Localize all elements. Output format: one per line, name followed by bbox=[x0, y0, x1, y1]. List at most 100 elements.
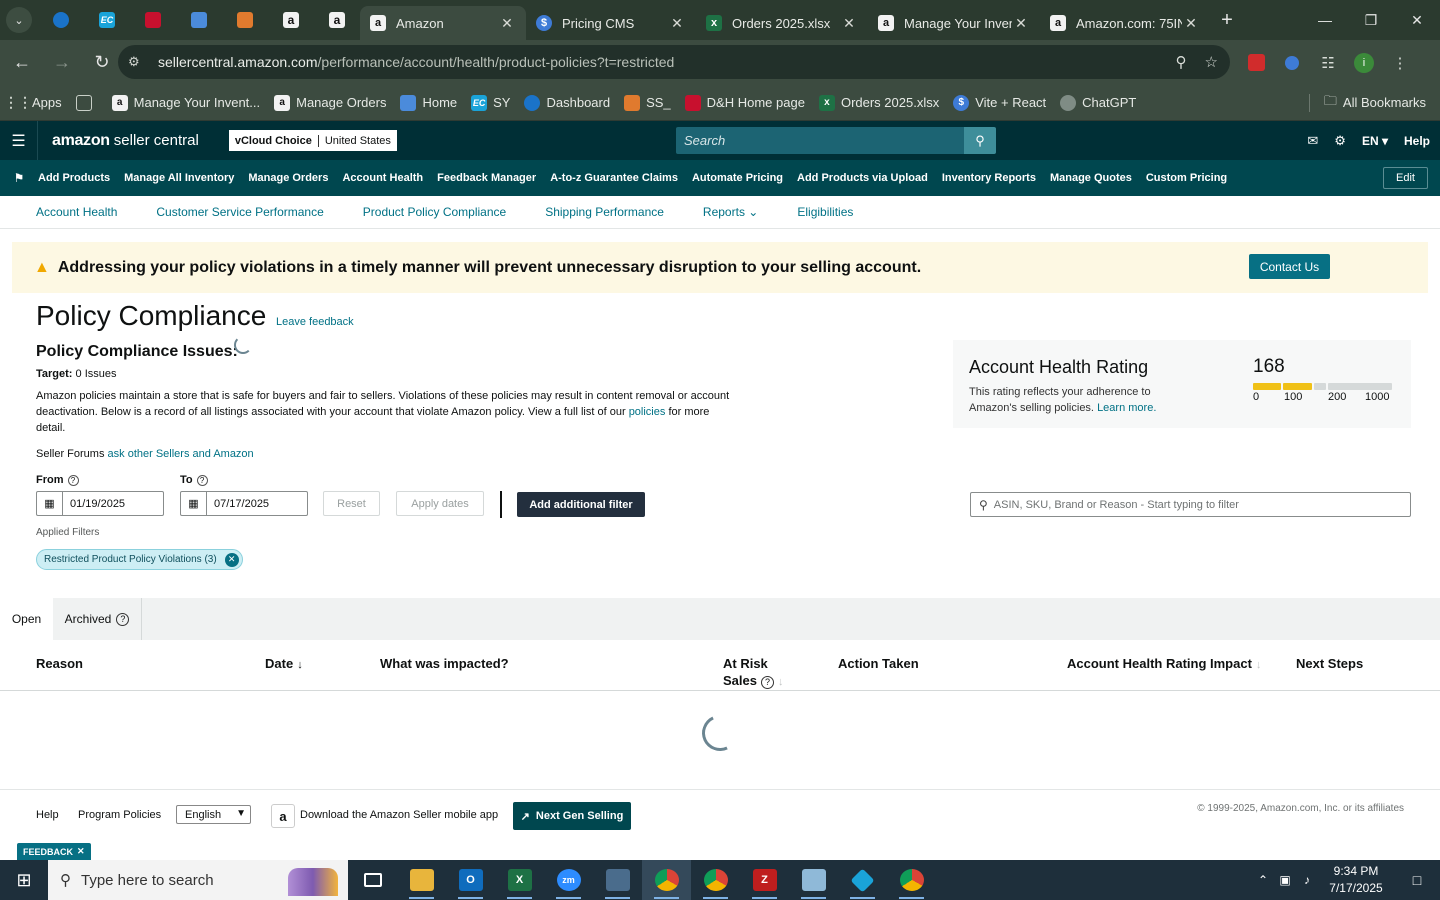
from-date-field[interactable]: ▦ 01/19/2025 bbox=[36, 491, 164, 516]
extension-red-icon[interactable] bbox=[1238, 54, 1274, 71]
taskbar-excel[interactable]: X bbox=[495, 860, 544, 900]
close-icon[interactable]: ✕ bbox=[77, 846, 85, 857]
zoom-icon[interactable]: ⚲ bbox=[1176, 53, 1187, 71]
restore-icon[interactable]: ❐ bbox=[1348, 0, 1394, 40]
mail-icon[interactable]: ✉ bbox=[1307, 133, 1318, 149]
subnav-reports[interactable]: Reports ⌄ bbox=[703, 205, 758, 219]
help-circle-icon[interactable]: ? bbox=[760, 676, 774, 689]
browser-tab-orders[interactable]: x Orders 2025.xlsx ✕ bbox=[696, 6, 868, 40]
footer-language-select[interactable]: English ▼ bbox=[176, 805, 251, 824]
sort-down-icon[interactable]: ↓ bbox=[1256, 659, 1262, 671]
tab-search-button[interactable]: ⌄ bbox=[0, 0, 38, 40]
gear-icon[interactable]: ⚙ bbox=[1334, 133, 1346, 149]
taskbar-chrome-profile[interactable] bbox=[887, 860, 936, 900]
download-app-link[interactable]: Download the Amazon Seller mobile app bbox=[300, 809, 498, 821]
task-view-button[interactable] bbox=[348, 860, 397, 900]
add-filter-button[interactable]: Add additional filter bbox=[517, 492, 645, 517]
language-selector[interactable]: EN ▾ bbox=[1362, 134, 1388, 148]
taskbar-calculator[interactable] bbox=[593, 860, 642, 900]
reset-button[interactable]: Reset bbox=[323, 491, 380, 516]
nav-custom-pricing[interactable]: Custom Pricing bbox=[1146, 172, 1227, 184]
bookmark-vite-react[interactable]: $ Vite + React bbox=[953, 94, 1046, 111]
to-date-field[interactable]: ▦ 07/17/2025 bbox=[180, 491, 308, 516]
pinned-tab[interactable]: a bbox=[268, 0, 314, 40]
bookmark-star-icon[interactable]: ☆ bbox=[1205, 53, 1218, 71]
tab-archived[interactable]: Archived? bbox=[53, 598, 142, 640]
leave-feedback-link[interactable]: Leave feedback bbox=[276, 316, 354, 328]
close-icon[interactable]: ✕ bbox=[1012, 15, 1030, 32]
taskbar-zoom[interactable]: zm bbox=[544, 860, 593, 900]
hamburger-menu-icon[interactable]: ☰ bbox=[0, 121, 38, 160]
apply-dates-button[interactable]: Apply dates bbox=[396, 491, 484, 516]
pinned-tab[interactable] bbox=[130, 0, 176, 40]
nav-inventory-reports[interactable]: Inventory Reports bbox=[942, 172, 1036, 184]
subnav-shipping[interactable]: Shipping Performance bbox=[545, 205, 664, 219]
browser-tab-manage-inventory[interactable]: a Manage Your Inven ✕ bbox=[868, 6, 1040, 40]
remove-filter-icon[interactable]: ✕ bbox=[224, 552, 239, 567]
bookmark-orders-xlsx[interactable]: x Orders 2025.xlsx bbox=[818, 94, 939, 111]
all-bookmarks-button[interactable]: 🗀 All Bookmarks bbox=[1324, 92, 1426, 114]
bookmark-home[interactable]: Home bbox=[400, 94, 457, 111]
nav-manage-quotes[interactable]: Manage Quotes bbox=[1050, 172, 1132, 184]
tray-chevron-up-icon[interactable]: ⌃ bbox=[1252, 873, 1274, 887]
taskbar-outlook[interactable]: O bbox=[446, 860, 495, 900]
nav-feedback-manager[interactable]: Feedback Manager bbox=[437, 172, 536, 184]
policies-link[interactable]: policies bbox=[629, 406, 666, 418]
windows-start-icon[interactable]: ⊞ bbox=[0, 860, 48, 900]
network-icon[interactable]: ▣ bbox=[1274, 873, 1296, 887]
pinned-tab[interactable]: EC bbox=[84, 0, 130, 40]
nav-add-products[interactable]: Add Products bbox=[38, 172, 110, 184]
pinned-tab[interactable]: a bbox=[314, 0, 360, 40]
bookmark-dh-home[interactable]: D&H Home page bbox=[684, 94, 805, 111]
footer-program-policies-link[interactable]: Program Policies bbox=[78, 809, 161, 821]
column-ahr-impact[interactable]: Account Health Rating Impact ↓ bbox=[1067, 656, 1261, 671]
taskbar-search[interactable]: ⚲ Type here to search bbox=[48, 860, 348, 900]
edit-nav-button[interactable]: Edit bbox=[1383, 167, 1428, 189]
taskbar-diamond-app[interactable] bbox=[838, 860, 887, 900]
subnav-customer-service[interactable]: Customer Service Performance bbox=[156, 205, 323, 219]
minimize-icon[interactable]: — bbox=[1302, 0, 1348, 40]
bookmark-sy[interactable]: EC SY bbox=[471, 94, 510, 111]
browser-tab-amazon-com[interactable]: a Amazon.com: 75IN ✕ bbox=[1040, 6, 1210, 40]
forums-link[interactable]: ask other Sellers and Amazon bbox=[108, 448, 254, 460]
bookmark-manage-orders[interactable]: a Manage Orders bbox=[274, 94, 386, 111]
volume-icon[interactable]: ♪ bbox=[1296, 873, 1318, 887]
calendar-icon[interactable]: ▦ bbox=[181, 492, 207, 515]
footer-help-link[interactable]: Help bbox=[36, 809, 59, 821]
taskbar-notes[interactable] bbox=[789, 860, 838, 900]
sort-down-icon[interactable]: ↓ bbox=[778, 676, 784, 688]
close-icon[interactable]: ✕ bbox=[668, 15, 686, 32]
profile-avatar[interactable]: i bbox=[1346, 52, 1382, 73]
forward-button[interactable]: → bbox=[44, 45, 80, 81]
nav-manage-orders[interactable]: Manage Orders bbox=[248, 172, 328, 184]
nav-a-to-z-claims[interactable]: A-to-z Guarantee Claims bbox=[550, 172, 678, 184]
seller-central-logo[interactable]: amazon seller central bbox=[52, 132, 199, 150]
extensions-puzzle-icon[interactable]: ☷ bbox=[1310, 54, 1346, 72]
contact-us-button[interactable]: Contact Us bbox=[1249, 254, 1330, 279]
bookmark-dashboard[interactable]: Dashboard bbox=[524, 94, 610, 111]
bookmark-chatgpt[interactable]: ChatGPT bbox=[1060, 94, 1136, 111]
browser-tab-pricing-cms[interactable]: $ Pricing CMS ✕ bbox=[526, 6, 696, 40]
menu-dots-icon[interactable]: ⋮ bbox=[1382, 54, 1418, 72]
nav-manage-all-inventory[interactable]: Manage All Inventory bbox=[124, 172, 234, 184]
close-icon[interactable]: ✕ bbox=[1182, 15, 1200, 32]
help-circle-icon[interactable]: ? bbox=[116, 612, 130, 626]
feedback-tab[interactable]: FEEDBACK ✕ bbox=[17, 843, 91, 860]
help-circle-icon[interactable]: ? bbox=[196, 474, 208, 486]
extension-blue-icon[interactable] bbox=[1274, 55, 1310, 70]
calendar-icon[interactable]: ▦ bbox=[37, 492, 63, 515]
subnav-product-policy[interactable]: Product Policy Compliance bbox=[363, 205, 506, 219]
nav-account-health[interactable]: Account Health bbox=[342, 172, 423, 184]
subnav-eligibilities[interactable]: Eligibilities bbox=[797, 205, 853, 219]
bookmark-icon[interactable]: ⚑ bbox=[0, 171, 38, 185]
sort-down-icon[interactable]: ↓ bbox=[297, 659, 303, 671]
bookmark-grid[interactable] bbox=[75, 94, 98, 111]
close-window-icon[interactable]: ✕ bbox=[1394, 0, 1440, 40]
notifications-icon[interactable]: □ bbox=[1394, 872, 1440, 888]
seller-search-input[interactable]: Search bbox=[676, 127, 964, 154]
system-clock[interactable]: 9:34 PM 7/17/2025 bbox=[1318, 863, 1394, 897]
filter-search-input[interactable]: ⚲ ASIN, SKU, Brand or Reason - Start typi… bbox=[970, 492, 1411, 517]
new-tab-button[interactable]: + bbox=[1210, 9, 1244, 32]
tab-open[interactable]: Open bbox=[0, 598, 53, 640]
pinned-tab[interactable] bbox=[222, 0, 268, 40]
